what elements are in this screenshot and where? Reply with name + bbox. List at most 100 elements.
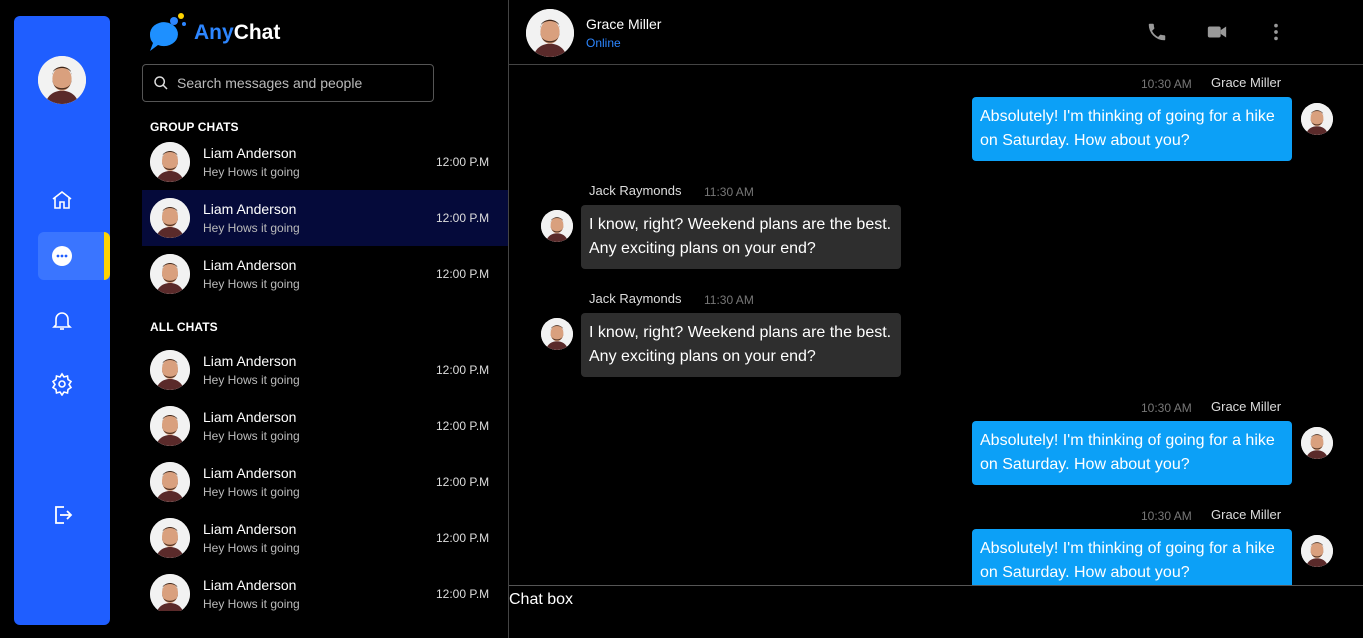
- chat-time: 12:00 P.M: [436, 587, 490, 601]
- chat-preview: Hey Hows it going: [203, 277, 300, 291]
- message-sender: Grace Miller: [1211, 75, 1281, 90]
- nav-rail: [14, 16, 110, 625]
- message-avatar: [1301, 427, 1333, 459]
- message-meta: 11:30 AM: [704, 184, 754, 199]
- message-sender: Grace Miller: [1211, 399, 1281, 414]
- gear-icon[interactable]: [38, 360, 86, 408]
- chat-row[interactable]: Liam Anderson Hey Hows it going 12:00 P.M: [142, 566, 508, 611]
- chat-time: 12:00 P.M: [436, 211, 490, 225]
- more-vertical-icon[interactable]: [1264, 20, 1288, 44]
- avatar: [150, 462, 190, 502]
- sender-name: Grace Miller: [1211, 399, 1282, 414]
- person-photo: [150, 406, 190, 446]
- chat-name: Liam Anderson: [203, 353, 297, 369]
- person-photo: [541, 210, 573, 242]
- sender-name: Grace Miller: [1211, 75, 1282, 90]
- chat-list-panel: AnyChat GROUP CHATS Liam Anderson Hey How…: [142, 0, 508, 638]
- contact-name: Grace Miller: [586, 16, 662, 32]
- chat-name: Liam Anderson: [203, 409, 297, 425]
- sender-name: Jack Raymonds: [589, 291, 682, 306]
- chat-name: Liam Anderson: [203, 145, 297, 161]
- user-avatar[interactable]: [38, 56, 86, 104]
- search-box[interactable]: [142, 64, 434, 102]
- message-sender: Grace Miller: [1211, 507, 1281, 522]
- chat-preview: Hey Hows it going: [203, 165, 300, 179]
- chat-time: 12:00 P.M: [436, 155, 490, 169]
- message-time: 10:30 AM: [1141, 401, 1192, 415]
- chat-time: 12:00 P.M: [436, 363, 490, 377]
- search-input[interactable]: [177, 75, 417, 91]
- person-photo: [541, 318, 573, 350]
- message-avatar: [1301, 103, 1333, 135]
- person-photo: [150, 198, 190, 238]
- app-root: AnyChat GROUP CHATS Liam Anderson Hey How…: [0, 0, 1363, 638]
- contact-avatar[interactable]: [526, 9, 574, 57]
- person-photo: [150, 574, 190, 611]
- person-photo: [150, 254, 190, 294]
- chat-name: Liam Anderson: [203, 577, 297, 593]
- person-photo: [150, 462, 190, 502]
- chat-name: Liam Anderson: [203, 201, 297, 217]
- conversation-panel: Grace Miller Online 10:30 AM Grace Mille…: [508, 0, 1363, 638]
- message-bubble-outgoing: Absolutely! I'm thinking of going for a …: [972, 421, 1292, 485]
- avatar: [150, 518, 190, 558]
- message-sender: Jack Raymonds: [589, 291, 681, 306]
- group-chats-heading: GROUP CHATS: [150, 120, 239, 134]
- phone-icon[interactable]: [1145, 20, 1169, 44]
- message-bubble-incoming: I know, right? Weekend plans are the bes…: [581, 313, 901, 377]
- sender-name: Jack Raymonds: [589, 183, 682, 198]
- message-bubble-outgoing: Absolutely! I'm thinking of going for a …: [972, 97, 1292, 161]
- chat-preview: Hey Hows it going: [203, 597, 300, 611]
- message-avatar: [541, 318, 573, 350]
- chat-name: Liam Anderson: [203, 257, 297, 273]
- message-time: 11:30 AM: [704, 293, 754, 307]
- chat-name: Liam Anderson: [203, 521, 297, 537]
- person-photo: [150, 142, 190, 182]
- chat-row[interactable]: Liam Anderson Hey Hows it going 12:00 P.M: [142, 454, 508, 510]
- avatar: [150, 350, 190, 390]
- group-chat-row[interactable]: Liam Anderson Hey Hows it going 12:00 P.M: [142, 190, 508, 246]
- home-icon[interactable]: [38, 176, 86, 224]
- chat-row[interactable]: Liam Anderson Hey Hows it going 12:00 P.M: [142, 342, 508, 398]
- avatar: [150, 142, 190, 182]
- chat-time: 12:00 P.M: [436, 531, 490, 545]
- person-photo: [1301, 535, 1333, 567]
- chat-name: Liam Anderson: [203, 465, 297, 481]
- logo-any: Any: [194, 21, 234, 44]
- bell-icon[interactable]: [38, 296, 86, 344]
- message-meta: 10:30 AM: [1141, 400, 1192, 415]
- message-avatar: [1301, 535, 1333, 567]
- chat-time: 12:00 P.M: [436, 475, 490, 489]
- app-logo: AnyChat: [146, 10, 280, 56]
- avatar: [150, 254, 190, 294]
- composer: [509, 585, 1363, 638]
- conversation-header: Grace Miller Online: [509, 0, 1363, 65]
- logo-chat: Chat: [233, 21, 281, 44]
- message-sender: Jack Raymonds: [589, 183, 681, 198]
- person-photo: [38, 56, 86, 104]
- chat-row[interactable]: Liam Anderson Hey Hows it going 12:00 P.M: [142, 398, 508, 454]
- avatar: [150, 198, 190, 238]
- video-icon[interactable]: [1205, 20, 1229, 44]
- message-meta: 10:30 AM: [1141, 76, 1192, 91]
- person-photo: [526, 9, 574, 57]
- chat-box-input[interactable]: [509, 589, 1349, 611]
- search-icon: [154, 76, 168, 90]
- chat-preview: Hey Hows it going: [203, 373, 300, 387]
- group-chat-row[interactable]: Liam Anderson Hey Hows it going 12:00 P.M: [142, 134, 508, 190]
- logout-icon[interactable]: [38, 491, 86, 539]
- logo-icon: [149, 13, 186, 51]
- message-time: 10:30 AM: [1141, 509, 1192, 523]
- chat-preview: Hey Hows it going: [203, 221, 300, 235]
- group-chat-row[interactable]: Liam Anderson Hey Hows it going 12:00 P.M: [142, 246, 508, 302]
- sender-name: Grace Miller: [1211, 507, 1282, 522]
- all-chats-list[interactable]: Liam Anderson Hey Hows it going 12:00 P.M…: [142, 340, 508, 611]
- chat-icon[interactable]: [38, 232, 110, 280]
- chat-preview: Hey Hows it going: [203, 541, 300, 555]
- chat-row[interactable]: Liam Anderson Hey Hows it going 12:00 P.M: [142, 510, 508, 566]
- chat-time: 12:00 P.M: [436, 267, 490, 281]
- message-time: 11:30 AM: [704, 185, 754, 199]
- message-list[interactable]: 10:30 AM Grace Miller Absolutely! I'm th…: [509, 66, 1363, 585]
- message-meta: 10:30 AM: [1141, 508, 1192, 523]
- person-photo: [1301, 103, 1333, 135]
